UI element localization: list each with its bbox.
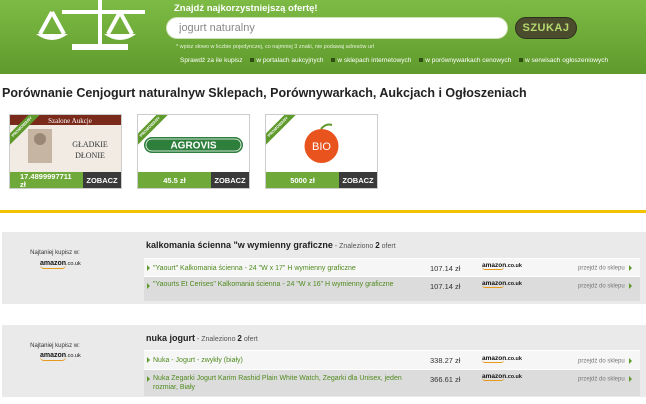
result-title-text[interactable]: kalkomania ścienna "w wymienny graficzne (146, 240, 333, 250)
arrow-icon (628, 265, 632, 271)
link-shops[interactable]: w sklepach internetowych (337, 57, 411, 64)
hint-links: Sprawdź za ile kupisz w portalach aukcyj… (180, 57, 608, 64)
page-title: Porównanie Cenjogurt naturalnyw Sklepach… (2, 86, 527, 100)
arrow-icon (628, 283, 632, 289)
card-image-top-text: Szalone Aukcje (48, 117, 92, 125)
offer-row[interactable]: Nuka - Jogurt - zwykły (biały) 338.27 zł… (144, 350, 640, 369)
card-price-value: 17.4899997711 (20, 172, 72, 181)
offer-price: 366.61 zł (430, 375, 461, 384)
offer-shop-logo[interactable]: amazon.co.uk (482, 373, 522, 381)
offer-name[interactable]: Nuka Zegarki Jogurt Karim Rashid Plain W… (153, 374, 403, 392)
search-input[interactable] (179, 18, 499, 38)
offer-row[interactable]: "Yaourt" Kalkomania ścienna - 24 "W x 17… (144, 258, 640, 276)
arrow-icon (628, 358, 632, 364)
amazon-name: amazon (40, 352, 67, 359)
go-to-shop-link[interactable]: przejdź do sklepu (578, 376, 632, 383)
result-title[interactable]: nuka jogurt - Znaleziono 2 ofert (146, 333, 258, 343)
arrow-icon (147, 283, 150, 289)
arrow-icon (147, 265, 150, 271)
scales-logo-icon[interactable] (0, 0, 160, 60)
svg-text:GŁADKIE: GŁADKIE (72, 140, 108, 149)
header-bar: Znajdź najkorzystniejszą ofertę! SZUKAJ … (0, 0, 646, 74)
search-title: Znajdź najkorzystniejszą ofertę! (174, 3, 318, 14)
svg-text:DŁONIE: DŁONIE (75, 151, 105, 160)
go-to-shop-link[interactable]: przejdź do sklepu (578, 265, 632, 272)
agrovis-logo-text: AGROVIS (170, 141, 216, 152)
found-count: - Znaleziono 2 ofert (332, 241, 396, 250)
go-to-shop-link[interactable]: przejdź do sklepu (578, 283, 632, 290)
search-field[interactable] (166, 17, 508, 39)
amazon-logo[interactable]: amazon.co.uk (40, 352, 81, 361)
promo-card[interactable]: BIO PROMOWANY 5000 zł ZOBACZ (265, 114, 378, 189)
link-comparers[interactable]: w porównywarkach cenowych (425, 57, 511, 64)
zobacz-button[interactable]: ZOBACZ (211, 172, 249, 188)
amazon-logo[interactable]: amazon.co.uk (40, 260, 81, 269)
found-count: - Znaleziono 2 ofert (195, 334, 258, 343)
hint-intro: Sprawdź za ile kupisz (180, 57, 243, 64)
result-group: Najtaniej kupisz w: amazon.co.uk nuka jo… (2, 325, 646, 397)
zobacz-button[interactable]: ZOBACZ (339, 172, 377, 188)
bullet-icon (519, 58, 524, 63)
promo-card[interactable]: Szalone Aukcje GŁADKIE DŁONIE PROMOWANY … (9, 114, 122, 189)
arrow-icon (147, 357, 150, 363)
bullet-icon (419, 58, 424, 63)
offer-shop-logo[interactable]: amazon.co.uk (482, 355, 522, 363)
bio-logo-text: BIO (312, 141, 331, 153)
zobacz-button[interactable]: ZOBACZ (83, 172, 121, 188)
card-price-currency: zł (20, 180, 26, 189)
link-auctions[interactable]: w portalach aukcyjnych (256, 57, 323, 64)
offer-name[interactable]: "Yaourt" Kalkomania ścienna - 24 "W x 17… (153, 264, 403, 273)
bullet-icon (250, 58, 255, 63)
arrow-icon (628, 376, 632, 382)
offer-shop-logo[interactable]: amazon.co.uk (482, 262, 522, 270)
card-price: 5000 zł (266, 172, 339, 188)
arrow-icon (147, 376, 150, 382)
offer-row[interactable]: "Yaourts Et Cerises" Kalkomania ścienna … (144, 276, 640, 301)
link-classifieds[interactable]: w serwisach ogłoszeniowych (525, 57, 608, 64)
offer-shop-logo[interactable]: amazon.co.uk (482, 280, 522, 288)
card-price: 17.4899997711 zł (10, 172, 83, 189)
amazon-domain: .co.uk (66, 261, 81, 267)
cheapest-label: Najtaniej kupisz w: (30, 250, 80, 256)
search-button[interactable]: SZUKAJ (515, 17, 577, 39)
offer-name[interactable]: "Yaourts Et Cerises" Kalkomania ścienna … (153, 280, 403, 289)
amazon-domain: .co.uk (66, 353, 81, 359)
result-group: Najtaniej kupisz w: amazon.co.uk kalkoma… (2, 232, 646, 304)
search-hint: * wpisz słowo w liczbie pojedynczej, co … (176, 44, 375, 50)
offer-price: 338.27 zł (430, 356, 461, 365)
offer-price: 107.14 zł (430, 264, 461, 273)
offer-name[interactable]: Nuka - Jogurt - zwykły (biały) (153, 356, 403, 365)
cheapest-label: Najtaniej kupisz w: (30, 343, 80, 349)
promo-card[interactable]: AGROVIS PROMOWANY 45.5 zł ZOBACZ (137, 114, 250, 189)
bullet-icon (331, 58, 336, 63)
result-title[interactable]: kalkomania ścienna "w wymienny graficzne… (146, 240, 396, 250)
amazon-name: amazon (40, 260, 67, 267)
offer-price: 107.14 zł (430, 282, 461, 291)
result-title-text[interactable]: nuka jogurt (146, 333, 195, 343)
go-to-shop-link[interactable]: przejdź do sklepu (578, 358, 632, 365)
section-divider (0, 210, 646, 213)
offer-row[interactable]: Nuka Zegarki Jogurt Karim Rashid Plain W… (144, 369, 640, 396)
card-price: 45.5 zł (138, 172, 211, 188)
